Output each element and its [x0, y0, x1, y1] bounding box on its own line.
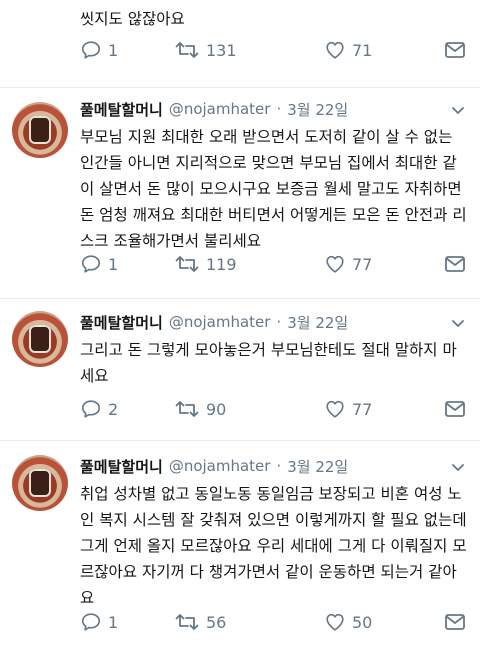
reply-count: 2 [108, 399, 119, 419]
username[interactable]: @nojamhater [169, 457, 271, 475]
dm-button[interactable] [444, 610, 466, 634]
tweet-date[interactable]: 3월 22일 [287, 99, 348, 120]
reply-icon [81, 255, 101, 273]
tweet-actions: 1 56 50 [80, 610, 470, 634]
tweet-date[interactable]: 3월 22일 [287, 456, 348, 477]
separator-dot: · [276, 457, 282, 475]
reply-button[interactable]: 1 [80, 252, 118, 276]
chevron-down-icon[interactable] [450, 102, 466, 118]
username[interactable]: @nojamhater [169, 100, 271, 118]
tweet-actions: 2 90 77 [80, 397, 470, 421]
tweet-header: 풀메탈할머니 @nojamhater · 3월 22일 [80, 311, 348, 333]
heart-icon [326, 400, 344, 418]
separator-dot: · [276, 313, 282, 331]
like-button[interactable]: 77 [324, 397, 372, 421]
tweet[interactable]: 풀메탈할머니 @nojamhater · 3월 22일 취업 성차별 없고 동일… [0, 441, 480, 648]
like-count: 71 [352, 40, 373, 60]
separator-dot: · [276, 100, 282, 118]
reply-button[interactable]: 1 [80, 38, 118, 62]
avatar[interactable] [12, 311, 68, 367]
like-button[interactable]: 77 [324, 252, 372, 276]
like-count: 77 [352, 254, 373, 274]
retweet-icon [175, 42, 199, 58]
tweet-date[interactable]: 3월 22일 [287, 312, 348, 333]
like-button[interactable]: 50 [324, 610, 372, 634]
tweet[interactable]: 풀메탈할머니 @nojamhater · 3월 22일 그리고 돈 그렇게 모아… [0, 299, 480, 441]
mail-icon [445, 401, 465, 417]
like-button[interactable]: 71 [324, 38, 372, 62]
username[interactable]: @nojamhater [169, 313, 271, 331]
display-name[interactable]: 풀메탈할머니 [80, 99, 163, 120]
heart-icon [326, 613, 344, 631]
reply-icon [81, 613, 101, 631]
tweet[interactable]: 풀메탈할머니 @nojamhater · 3월 22일 부모님 지원 최대한 오… [0, 88, 480, 299]
tweet-header: 풀메탈할머니 @nojamhater · 3월 22일 [80, 455, 348, 477]
chevron-down-icon[interactable] [450, 315, 466, 331]
retweet-count: 56 [206, 612, 227, 632]
retweet-count: 90 [206, 399, 227, 419]
mail-icon [445, 614, 465, 630]
retweet-button[interactable]: 131 [174, 38, 237, 62]
display-name[interactable]: 풀메탈할머니 [80, 456, 163, 477]
tweet-text: 씻지도 않잖아요 [80, 10, 185, 28]
retweet-button[interactable]: 90 [174, 397, 226, 421]
reply-count: 1 [108, 254, 119, 274]
mail-icon [445, 42, 465, 58]
display-name[interactable]: 풀메탈할머니 [80, 312, 163, 333]
reply-button[interactable]: 2 [80, 397, 118, 421]
dm-button[interactable] [444, 252, 466, 276]
chevron-down-icon[interactable] [450, 459, 466, 475]
tweet-partial[interactable]: 씻지도 않잖아요 1 131 71 [0, 0, 480, 88]
tweet-text: 부모님 지원 최대한 오래 받으면서 도저히 같이 살 수 없는 인간들 아니면… [80, 128, 467, 250]
tweet-text: 취업 성차별 없고 동일노동 동일임금 보장되고 비혼 여성 노인 복지 시스템… [80, 485, 467, 607]
reply-icon [81, 41, 101, 59]
heart-icon [326, 255, 344, 273]
retweet-button[interactable]: 119 [174, 252, 237, 276]
retweet-count: 119 [206, 254, 237, 274]
reply-icon [81, 400, 101, 418]
avatar[interactable] [12, 102, 68, 158]
heart-icon [326, 41, 344, 59]
reply-count: 1 [108, 40, 119, 60]
avatar[interactable] [12, 455, 68, 511]
like-count: 77 [352, 399, 373, 419]
dm-button[interactable] [444, 38, 466, 62]
dm-button[interactable] [444, 397, 466, 421]
reply-button[interactable]: 1 [80, 610, 118, 634]
tweet-text: 그리고 돈 그렇게 모아놓은거 부모님한테도 절대 말하지 마세요 [80, 341, 457, 385]
like-count: 50 [352, 612, 373, 632]
retweet-button[interactable]: 56 [174, 610, 226, 634]
retweet-icon [175, 401, 199, 417]
tweet-actions: 1 131 71 [80, 38, 470, 62]
retweet-icon [175, 256, 199, 272]
mail-icon [445, 256, 465, 272]
reply-count: 1 [108, 612, 119, 632]
retweet-icon [175, 614, 199, 630]
retweet-count: 131 [206, 40, 237, 60]
tweet-actions: 1 119 77 [80, 252, 470, 276]
tweet-header: 풀메탈할머니 @nojamhater · 3월 22일 [80, 98, 348, 120]
